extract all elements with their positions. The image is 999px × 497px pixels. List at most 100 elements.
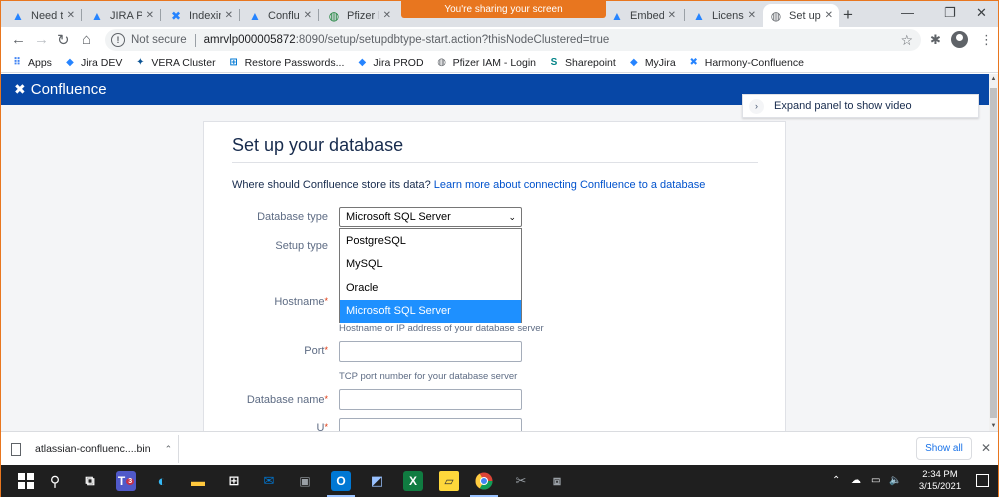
volume-icon[interactable]: 🔈: [889, 475, 901, 486]
tab-need-t[interactable]: ▲ Need t ✕: [5, 4, 81, 27]
close-icon[interactable]: ✕: [221, 10, 233, 21]
database-name-input[interactable]: [339, 389, 522, 410]
tab-pfizer[interactable]: ◍ Pfizer lo✕: [321, 4, 397, 27]
close-window-icon[interactable]: ✕: [976, 5, 987, 21]
bookmark-star-icon[interactable]: ☆: [900, 32, 913, 49]
close-icon[interactable]: ✕: [744, 10, 756, 21]
tab-embed[interactable]: ▲ Embed ✕: [604, 4, 682, 27]
home-icon[interactable]: ⌂: [82, 31, 91, 48]
bookmark-label: Restore Passwords...: [244, 56, 345, 69]
atlassian-icon: ▲: [693, 8, 705, 23]
close-icon[interactable]: ✕: [981, 441, 991, 455]
address-bar[interactable]: ! Not secure amrvlp000005872:8090/setup/…: [105, 29, 921, 51]
snipping-tool-icon[interactable]: ✂: [511, 471, 531, 491]
intro-question: Where should Confluence store its data?: [232, 179, 431, 191]
search-icon[interactable]: ⚲: [45, 471, 65, 491]
scroll-thumb[interactable]: [990, 88, 997, 418]
scroll-down-icon[interactable]: ▼: [989, 423, 998, 429]
bookmark-sharepoint[interactable]: S Sharepoint: [548, 57, 616, 69]
network-icon[interactable]: ▭: [871, 475, 880, 486]
username-input[interactable]: [339, 418, 522, 431]
store-icon[interactable]: ⊞: [224, 471, 244, 491]
page-scrollbar[interactable]: ▲ ▼: [989, 74, 998, 431]
back-icon[interactable]: ←: [11, 31, 26, 48]
bookmark-pfizer-iam[interactable]: ◍ Pfizer IAM - Login: [436, 57, 536, 69]
profile-avatar-icon[interactable]: [951, 31, 968, 48]
warning-icon[interactable]: !: [111, 33, 125, 47]
url-path: :8090/setup/setupdbtype-start.action?thi…: [295, 34, 610, 46]
remote-desktop-icon[interactable]: ▣: [295, 471, 315, 491]
bookmark-label: Pfizer IAM - Login: [452, 56, 537, 69]
close-icon[interactable]: ✕: [63, 10, 75, 21]
chevron-up-icon[interactable]: ⌃: [165, 444, 173, 455]
sticky-notes-icon[interactable]: ▱: [439, 471, 459, 491]
bookmark-apps[interactable]: ⠿ Apps: [11, 57, 52, 69]
bookmark-jira-prod[interactable]: ◆ Jira PROD: [356, 57, 424, 69]
option-postgresql[interactable]: PostgreSQL: [340, 229, 521, 253]
divider: [194, 33, 196, 47]
system-clock[interactable]: 2:34 PM 3/15/2021: [917, 469, 963, 493]
security-status[interactable]: Not secure: [131, 34, 187, 46]
divider: [232, 162, 758, 163]
learn-more-link[interactable]: Learn more about connecting Confluence t…: [434, 179, 706, 191]
file-explorer-icon[interactable]: ▬: [188, 471, 208, 491]
extensions-icon[interactable]: ✱: [930, 32, 941, 48]
tab-set-up[interactable]: ◍ Set up ✕: [763, 4, 839, 27]
menu-kebab-icon[interactable]: ⋮: [980, 32, 993, 48]
tab-conflu[interactable]: ▲ Conflu ✕: [242, 4, 318, 27]
database-type-dropdown: PostgreSQL MySQL Oracle Microsoft SQL Se…: [339, 228, 522, 323]
tab-license[interactable]: ▲ License✕: [686, 4, 762, 27]
windows-start-icon[interactable]: [16, 471, 36, 491]
teams-icon[interactable]: T3: [116, 471, 136, 491]
database-name-label-text: Database name: [246, 394, 325, 406]
tab-separator: [318, 9, 319, 21]
notepad-icon[interactable]: ◩: [367, 471, 387, 491]
page-viewport: ✖ Confluence › Expand panel to show vide…: [1, 74, 989, 431]
bookmark-vera-cluster[interactable]: ✦ VERA Cluster: [134, 57, 215, 69]
apps-grid-icon: ⠿: [13, 57, 21, 68]
option-microsoft-sql-server[interactable]: Microsoft SQL Server: [340, 299, 521, 323]
tab-indexin[interactable]: ✖ Indexin✕: [163, 4, 239, 27]
hostname-hint: Hostname or IP address of your database …: [339, 323, 544, 334]
bookmark-jira-dev[interactable]: ◆ Jira DEV: [64, 57, 122, 69]
forward-icon[interactable]: →: [34, 31, 49, 48]
restore-icon[interactable]: ❐: [944, 5, 956, 21]
chevron-down-icon: ⌄: [508, 211, 516, 222]
globe-icon: ◍: [328, 8, 340, 23]
close-icon[interactable]: ✕: [821, 10, 833, 21]
new-tab-icon[interactable]: +: [843, 5, 853, 25]
jira-icon: ◆: [358, 57, 367, 68]
onedrive-icon[interactable]: ☁: [851, 475, 861, 486]
notifications-icon[interactable]: [976, 474, 989, 487]
mail-icon[interactable]: ✉: [259, 471, 279, 491]
close-icon[interactable]: ✕: [142, 10, 154, 21]
bookmark-myjira[interactable]: ◆ MyJira: [628, 57, 676, 69]
close-icon[interactable]: ✕: [664, 10, 676, 21]
bookmark-harmony-confluence[interactable]: ✖ Harmony-Confluence: [688, 57, 804, 69]
close-icon[interactable]: ✕: [300, 10, 312, 21]
task-view-icon[interactable]: ⧉: [80, 471, 100, 491]
bookmark-restore-passwords[interactable]: ⊞ Restore Passwords...: [228, 56, 345, 69]
close-icon[interactable]: ✕: [379, 10, 391, 21]
minimize-icon[interactable]: —: [901, 5, 914, 20]
edge-icon[interactable]: ◐: [152, 471, 172, 491]
globe-icon: ◍: [770, 8, 782, 23]
excel-icon[interactable]: X: [403, 471, 423, 491]
clock-time: 2:34 PM: [922, 469, 958, 480]
username-label: U*: [208, 422, 328, 431]
chrome-icon[interactable]: [470, 471, 498, 497]
reload-icon[interactable]: ↻: [57, 31, 70, 49]
download-item[interactable]: atlassian-confluenc....bin ⌃: [11, 438, 176, 460]
tray-chevron-up-icon[interactable]: ⌃: [832, 475, 840, 486]
outlook-icon[interactable]: O: [327, 471, 355, 497]
scroll-up-icon[interactable]: ▲: [989, 76, 998, 82]
option-mysql[interactable]: MySQL: [340, 253, 521, 277]
port-input[interactable]: [339, 341, 522, 362]
bookmark-label: VERA Cluster: [151, 56, 216, 69]
tab-jira-pf[interactable]: ▲ JIRA PF✕: [84, 4, 160, 27]
option-oracle[interactable]: Oracle: [340, 276, 521, 300]
show-all-button[interactable]: Show all: [916, 437, 972, 460]
database-type-select[interactable]: Microsoft SQL Server ⌄: [339, 207, 522, 227]
network-app-icon[interactable]: ⧈: [547, 471, 567, 491]
expand-video-panel[interactable]: › Expand panel to show video: [742, 94, 979, 118]
